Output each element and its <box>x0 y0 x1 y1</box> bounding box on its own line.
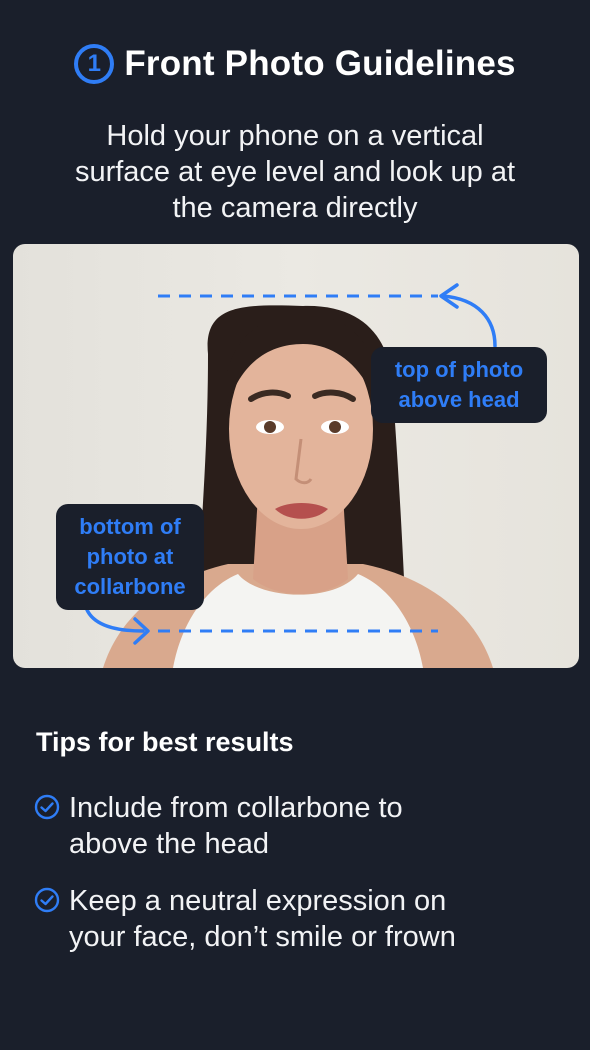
tip-text: Include from collarbone to above the hea… <box>69 790 403 862</box>
step-number: 1 <box>87 50 101 77</box>
instructions-line: Hold your phone on a vertical <box>106 120 484 152</box>
callout-line: above head <box>398 387 520 412</box>
instructions-text: Hold your phone on a vertical surface at… <box>20 118 570 226</box>
callout-line: photo at <box>86 544 174 569</box>
tip-line: Include from collarbone to <box>69 792 403 824</box>
tip-line: Keep a neutral expression on <box>69 885 447 917</box>
tip-item: Include from collarbone to above the hea… <box>34 790 554 862</box>
tip-text: Keep a neutral expression on your face, … <box>69 883 456 955</box>
tips-heading: Tips for best results <box>36 727 294 757</box>
tip-item: Keep a neutral expression on your face, … <box>34 883 554 955</box>
callout-line: top of photo <box>394 357 524 382</box>
callout-line: bottom of <box>79 514 181 539</box>
example-photo: top of photo above head bottom of photo … <box>13 244 579 668</box>
check-circle-icon <box>34 794 60 820</box>
tip-line: your face, don’t smile or frown <box>69 921 456 953</box>
instructions-line: surface at eye level and look up at <box>74 156 516 188</box>
page-title: Front Photo Guidelines <box>124 44 516 83</box>
header: 1 Front Photo Guidelines <box>0 44 590 84</box>
callout-line: collarbone <box>74 574 186 599</box>
callout-bottom-of-photo: bottom of photo at collarbone <box>56 504 204 610</box>
instructions-line: the camera directly <box>172 192 418 224</box>
step-number-badge: 1 <box>74 44 115 84</box>
callout-top-of-photo: top of photo above head <box>371 347 547 423</box>
check-circle-icon <box>34 887 60 913</box>
tip-line: above the head <box>69 828 269 860</box>
